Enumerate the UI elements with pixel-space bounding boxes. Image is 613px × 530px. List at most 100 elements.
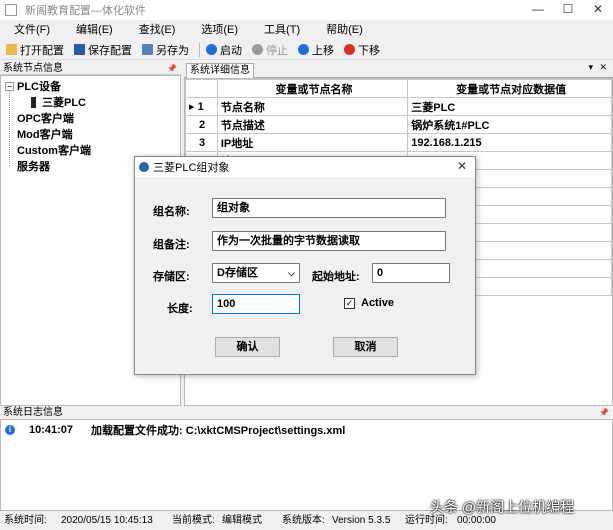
checkbox-box: ✓ xyxy=(344,297,355,309)
cell-name[interactable]: 节点描述 xyxy=(216,115,409,134)
active-label: Active xyxy=(361,297,395,309)
column-header-value[interactable]: 变量或节点对应数据值 xyxy=(407,79,612,98)
tree-label: 服务器 xyxy=(17,161,50,173)
menu-bar: 文件(F) 编辑(E) 查找(E) 选项(E) 工具(T) 帮助(E) xyxy=(0,20,613,40)
row-header-corner xyxy=(185,79,218,98)
save-as-label: 另存为 xyxy=(156,44,189,57)
status-mode-value: 编辑模式 xyxy=(222,515,262,526)
move-down-label: 下移 xyxy=(358,44,380,57)
toolbar: 打开配置 保存配置 另存为 启动 停止 上移 下移 xyxy=(0,40,613,60)
folder-icon xyxy=(6,44,17,55)
save-as-button[interactable]: 另存为 xyxy=(142,42,189,58)
log-entry[interactable]: i 10:41:07 加载配置文件成功: C:\xktCMSProject\se… xyxy=(5,422,345,438)
start-button[interactable]: 启动 xyxy=(206,42,242,58)
status-time-label: 系统时间: xyxy=(4,515,47,526)
storage-select[interactable]: D存储区 ⌵ xyxy=(212,263,300,283)
tree-label: OPC客户端 xyxy=(17,113,74,125)
table-row[interactable]: ▸ 1 节点名称 三菱PLC xyxy=(185,97,612,116)
tab-close-icon[interactable]: ✕ xyxy=(599,62,607,73)
watermark: 头条 @新阁上位机编程 xyxy=(430,499,575,515)
group-object-dialog: 三菱PLC组对象 ✕ 组名称: 组对象 组备注: 作为一次批量的字节数据读取 存… xyxy=(134,156,476,375)
cancel-button[interactable]: 取消 xyxy=(333,337,398,357)
tree-item-plc-devices[interactable]: − PLC设备 xyxy=(5,78,61,94)
tree-label: Custom客户端 xyxy=(17,145,91,157)
status-time-value: 2020/05/15 10:45:13 xyxy=(61,515,153,526)
row-index: ▸ 1 xyxy=(185,97,218,116)
stop-label: 停止 xyxy=(266,44,288,57)
group-note-field[interactable]: 作为一次批量的字节数据读取 xyxy=(212,231,446,251)
storage-label: 存储区: xyxy=(153,271,190,283)
menu-find[interactable]: 查找(E) xyxy=(139,20,176,40)
row-index: 3 xyxy=(185,133,218,152)
tree-item-mitsubishi-plc[interactable]: 三菱PLC xyxy=(31,94,86,110)
tree-item-opc-client[interactable]: OPC客户端 xyxy=(17,110,74,126)
tab-system-details[interactable]: 系统详细信息 xyxy=(186,63,254,79)
save-config-label: 保存配置 xyxy=(88,44,132,57)
start-address-field[interactable]: 0 xyxy=(372,263,450,283)
log-message: 加载配置文件成功: C:\xktCMSProject\settings.xml xyxy=(91,425,346,437)
length-field[interactable]: 100 xyxy=(212,294,300,314)
play-icon xyxy=(206,44,217,55)
tree-item-server[interactable]: 服务器 xyxy=(17,158,50,174)
tree-label: 三菱PLC xyxy=(42,97,86,109)
open-config-label: 打开配置 xyxy=(20,44,64,57)
title-bar: 新阁教育配置—体化软件 — ☐ ✕ xyxy=(0,0,613,20)
table-row[interactable]: 2 节点描述 锅炉系统1#PLC xyxy=(185,115,612,134)
cell-value[interactable]: 锅炉系统1#PLC xyxy=(407,115,612,134)
move-up-button[interactable]: 上移 xyxy=(298,42,334,58)
tree-label: Mod客户端 xyxy=(17,129,73,141)
pin-icon[interactable]: 📌 xyxy=(167,62,177,75)
status-version-label: 系统版本: xyxy=(282,515,325,526)
tree-item-custom-client[interactable]: Custom客户端 xyxy=(17,142,91,158)
save-config-button[interactable]: 保存配置 xyxy=(74,42,132,58)
column-header-name[interactable]: 变量或节点名称 xyxy=(216,79,409,98)
status-version-value: Version 5.3.5 xyxy=(332,515,391,526)
length-label: 长度: xyxy=(167,303,193,315)
stop-button[interactable]: 停止 xyxy=(252,42,288,58)
arrow-up-icon xyxy=(298,44,309,55)
open-config-button[interactable]: 打开配置 xyxy=(6,42,64,58)
tab-dropdown-icon[interactable]: ▾ xyxy=(588,62,593,73)
dialog-close-icon[interactable]: ✕ xyxy=(457,159,467,173)
move-up-label: 上移 xyxy=(312,44,334,57)
dialog-app-icon xyxy=(139,162,149,172)
log-panel-header: 系统日志信息 📌 xyxy=(0,406,613,419)
left-panel-header: 系统节点信息 📌 xyxy=(0,62,181,75)
move-down-button[interactable]: 下移 xyxy=(344,42,380,58)
menu-edit[interactable]: 编辑(E) xyxy=(76,20,113,40)
group-name-field[interactable]: 组对象 xyxy=(212,198,446,218)
tree-item-mod-client[interactable]: Mod客户端 xyxy=(17,126,73,142)
menu-tools[interactable]: 工具(T) xyxy=(264,20,300,40)
confirm-button[interactable]: 确认 xyxy=(215,337,280,357)
group-note-label: 组备注: xyxy=(153,239,190,251)
left-panel-title: 系统节点信息 xyxy=(3,63,63,74)
tree-line xyxy=(9,90,10,166)
cell-name[interactable]: IP地址 xyxy=(216,133,409,152)
status-mode-label: 当前模式: xyxy=(172,515,215,526)
log-panel-title: 系统日志信息 xyxy=(3,407,63,418)
table-row[interactable]: 3 IP地址 192.168.1.215 xyxy=(185,133,612,152)
dialog-title-bar: 三菱PLC组对象 ✕ xyxy=(135,157,475,177)
save-icon xyxy=(74,44,85,55)
menu-help[interactable]: 帮助(E) xyxy=(326,20,363,40)
cell-name[interactable]: 节点名称 xyxy=(216,97,409,116)
table-header-row: 变量或节点名称 变量或节点对应数据值 xyxy=(185,79,612,98)
window-title: 新阁教育配置—体化软件 xyxy=(25,5,146,17)
active-checkbox[interactable]: ✓ Active xyxy=(344,297,394,309)
maximize-button[interactable]: ☐ xyxy=(553,0,583,20)
storage-selected-value: D存储区 xyxy=(217,267,258,279)
window-controls: — ☐ ✕ xyxy=(523,0,613,20)
start-label: 启动 xyxy=(220,44,242,57)
cell-value[interactable]: 192.168.1.215 xyxy=(407,133,612,152)
toolbar-separator xyxy=(199,42,200,57)
log-time: 10:41:07 xyxy=(29,424,74,436)
cell-value[interactable]: 三菱PLC xyxy=(407,97,612,116)
minimize-button[interactable]: — xyxy=(523,0,553,20)
group-name-label: 组名称: xyxy=(153,206,190,218)
tree-label: PLC设备 xyxy=(17,81,61,93)
menu-options[interactable]: 选项(E) xyxy=(201,20,238,40)
pin-icon[interactable]: 📌 xyxy=(599,406,609,419)
close-button[interactable]: ✕ xyxy=(583,0,613,20)
menu-file[interactable]: 文件(F) xyxy=(14,20,50,40)
app-icon xyxy=(5,4,17,16)
